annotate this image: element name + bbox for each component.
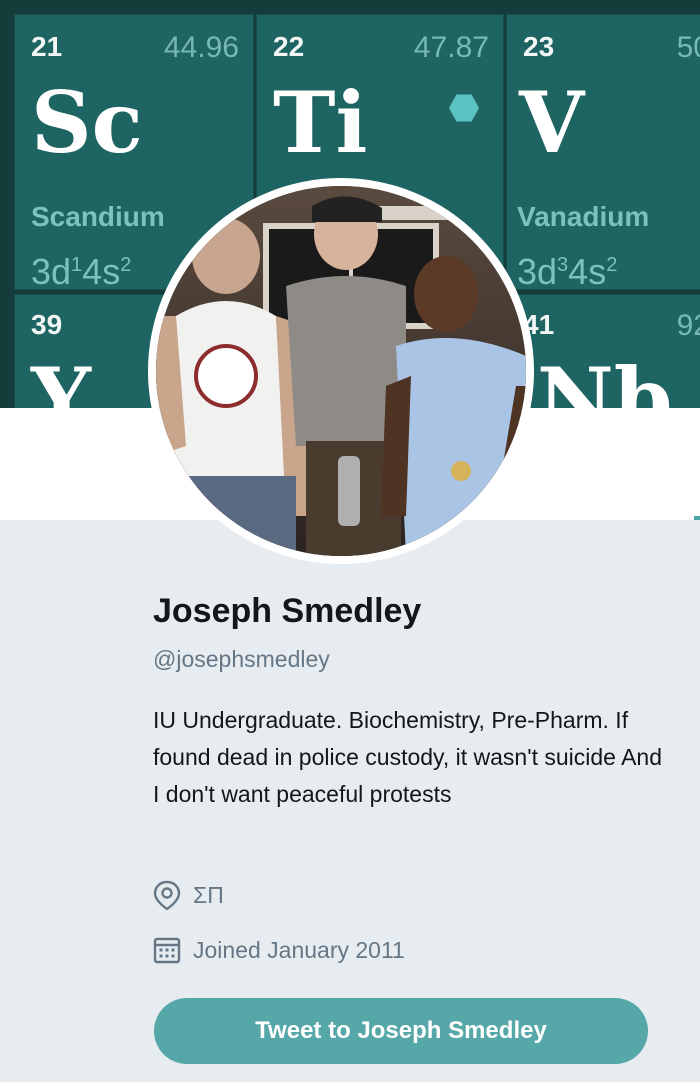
atomic-number: 22 (273, 31, 305, 62)
profile-handle[interactable]: @josephsmedley (153, 646, 330, 673)
atomic-number: 21 (31, 31, 63, 62)
hexagon-icon (449, 94, 479, 122)
atomic-mass: 92.9 (676, 309, 700, 342)
profile-joined-date: Joined January 2011 (153, 936, 405, 964)
electron-config: 3d14s2 (31, 251, 132, 290)
atomic-mass: 44.96 (163, 31, 239, 64)
location-text: ΣΠ (193, 881, 224, 908)
electron-config: 3d34s2 (517, 251, 618, 290)
joined-text: Joined January 2011 (193, 936, 405, 963)
atomic-mass: 47.87 (413, 31, 489, 64)
element-symbol: Y (31, 349, 91, 409)
calendar-icon (153, 937, 181, 964)
location-pin-icon (153, 880, 181, 910)
element-symbol: V (519, 73, 585, 172)
element-tile-niobium: 41 92.9 Nb (506, 294, 700, 408)
element-symbol: Ti (273, 73, 368, 172)
active-tab-indicator (694, 516, 700, 520)
element-name: Vanadium (517, 201, 650, 232)
atomic-number: 39 (31, 309, 63, 340)
element-symbol: Sc (31, 73, 143, 172)
avatar[interactable] (148, 178, 534, 564)
atomic-mass: 50.9 (676, 31, 700, 64)
profile-name: Joseph Smedley (153, 592, 422, 630)
tweet-to-user-button[interactable]: Tweet to Joseph Smedley (154, 998, 648, 1064)
element-name: Scandium (31, 201, 165, 232)
element-symbol: Nb (537, 349, 673, 409)
profile-bio: IU Undergraduate. Biochemistry, Pre-Phar… (153, 707, 663, 807)
profile-location: ΣΠ (153, 880, 224, 910)
element-tile-vanadium: 23 50.9 V Vanadium 3d34s2 (506, 14, 700, 290)
avatar-photo (156, 186, 526, 556)
avatar-photo-illustration (156, 186, 526, 556)
atomic-number: 23 (523, 31, 555, 62)
